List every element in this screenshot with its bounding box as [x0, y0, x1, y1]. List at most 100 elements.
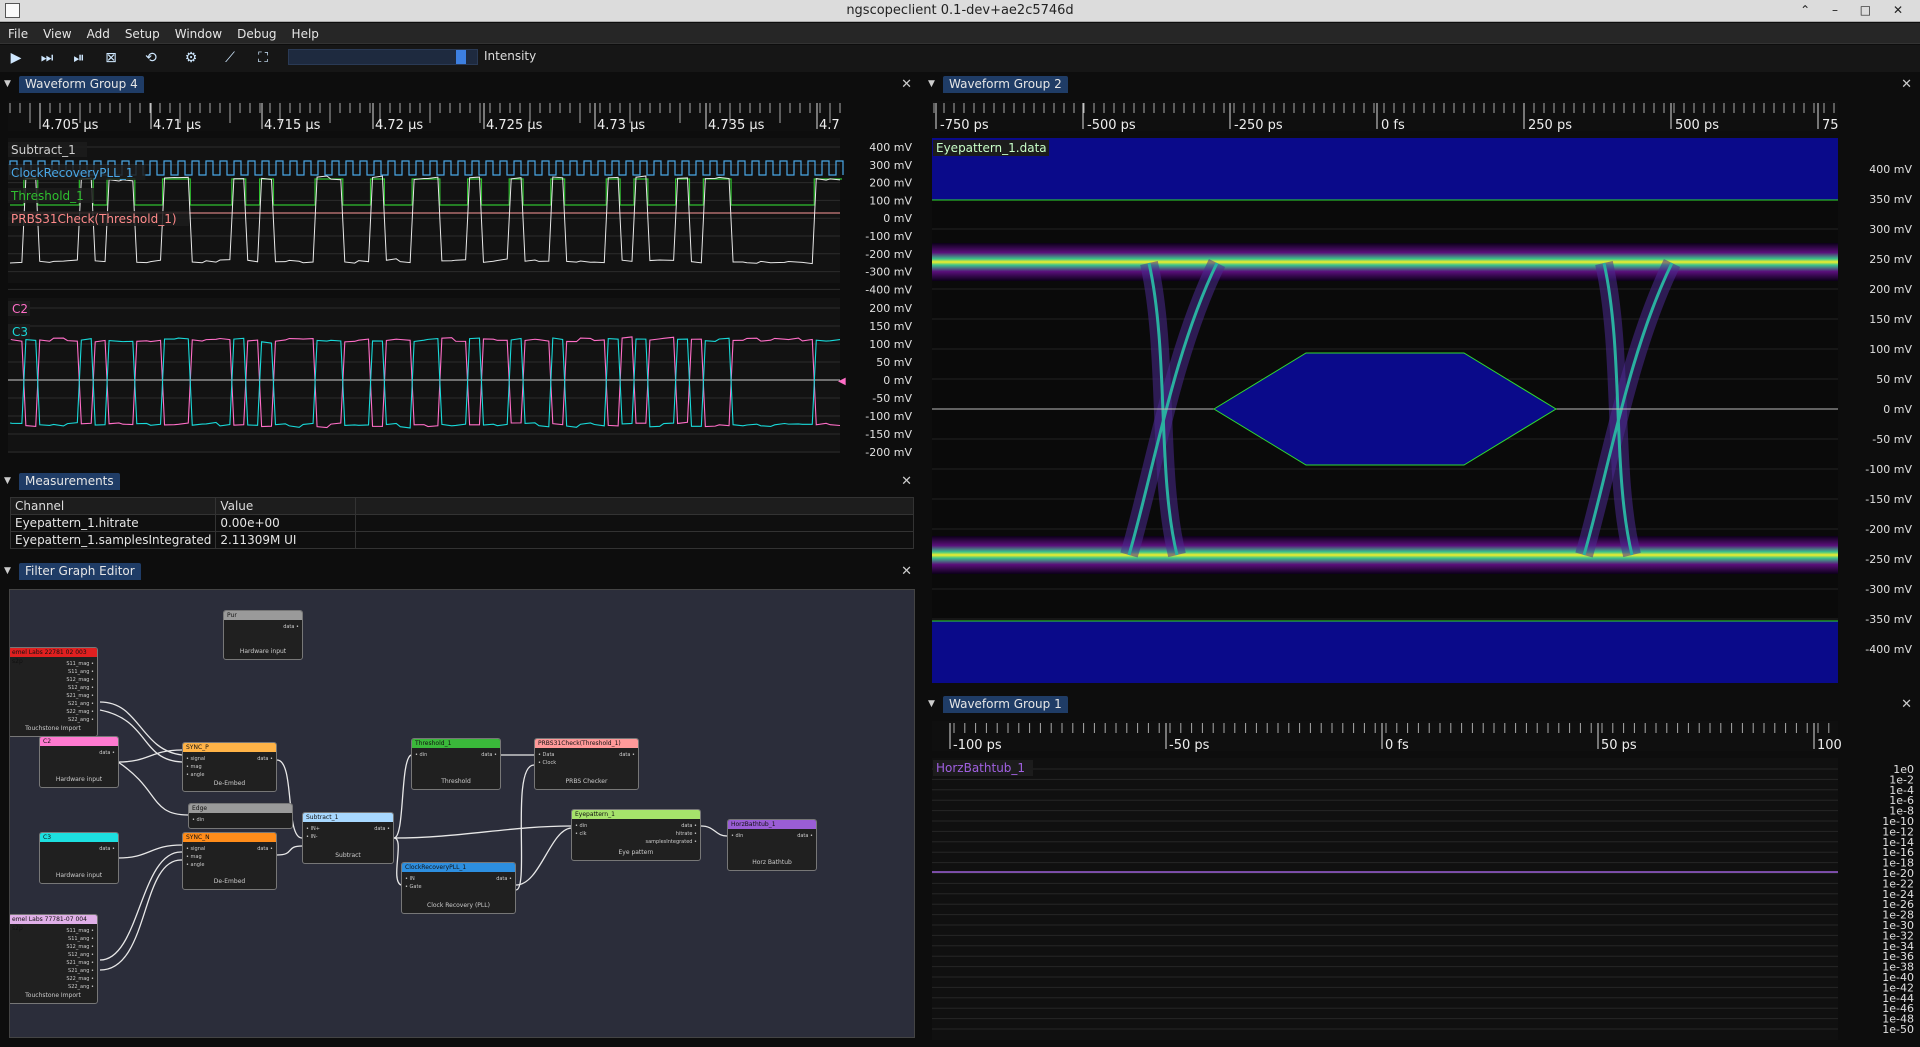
fullscreen-icon[interactable]: ⛶	[252, 47, 274, 69]
clear-sweeps-icon[interactable]: ⟋	[219, 47, 241, 69]
menu-help[interactable]: Help	[284, 24, 326, 45]
timeline-label: 75	[1822, 118, 1839, 133]
table-row[interactable]: Eyepattern_1.hitrate 0.00e+00	[9, 514, 914, 532]
intensity-slider[interactable]	[288, 49, 478, 65]
close-icon[interactable]: ✕	[1901, 696, 1912, 713]
column-header-value[interactable]: Value	[215, 497, 357, 515]
filter-node[interactable]: SYNC_P • signal • mag • angle data • De-Embed	[182, 742, 277, 792]
tab-filter-graph-editor[interactable]: Filter Graph Editor	[19, 563, 141, 580]
filter-graph-wire	[117, 844, 183, 859]
collapse-icon[interactable]: ▼	[4, 476, 11, 486]
tab-waveform-group-1[interactable]: Waveform Group 1	[943, 696, 1068, 713]
wg4-area-1	[8, 138, 840, 283]
filter-node-type: PRBS Checker	[565, 778, 608, 785]
filter-graph-header: ▼ Filter Graph Editor ✕	[0, 563, 920, 580]
timeline-label: -50 ps	[1169, 738, 1210, 753]
voltage-tick-label: -300 mV	[865, 266, 912, 279]
voltage-tick-label: -400 mV	[865, 283, 912, 296]
close-icon[interactable]: ✕	[901, 473, 912, 490]
filter-node-type: Eye pattern	[618, 849, 654, 856]
filter-node-title: HorzBathtub_1	[728, 820, 816, 829]
filter-node-title: Pur	[224, 611, 302, 620]
filter-node[interactable]: C2 data • Hardware input	[39, 736, 119, 788]
menu-setup[interactable]: Setup	[117, 24, 167, 45]
refresh-settings-icon[interactable]: ⚙	[180, 47, 202, 69]
voltage-tick-label: 50 mV	[1876, 373, 1912, 386]
filter-node-title: ClockRecoveryPLL_1	[402, 863, 515, 872]
filter-node-type: Hardware input	[239, 648, 287, 655]
filter-graph-wire	[515, 827, 572, 886]
measurement-value: 0.00e+00	[215, 514, 357, 532]
filter-node[interactable]: C3 data • Hardware input	[39, 832, 119, 884]
timeline-label: 4.72 µs	[375, 118, 423, 133]
menu-window[interactable]: Window	[167, 24, 229, 45]
wg4-header: ▼ Waveform Group 4 ✕	[0, 76, 920, 93]
collapse-icon[interactable]: ▼	[4, 566, 11, 576]
timeline-label: 0 fs	[1381, 118, 1405, 133]
menu-file[interactable]: File	[0, 24, 35, 45]
voltage-tick-label: -50 mV	[1872, 433, 1912, 446]
filter-graph-wire	[117, 761, 189, 816]
history-icon[interactable]: ⟲	[140, 47, 162, 69]
measurements-table: Channel Value Eyepattern_1.hitrate 0.00e…	[9, 497, 914, 549]
filter-node[interactable]: Eyepattern_1 • din • clk data • hitrate • sam…	[571, 809, 701, 861]
tab-measurements[interactable]: Measurements	[19, 473, 120, 490]
voltage-tick-label: 50 mV	[876, 356, 912, 369]
filter-node-type: Horz Bathtub	[752, 859, 792, 866]
filter-node[interactable]: emel Labs 22781 02 003 s2p S11_mag • S11_a…	[10, 647, 98, 737]
collapse-icon[interactable]: ▼	[928, 699, 935, 709]
filter-node[interactable]: PRBS31Check(Threshold_1) • Data • Clock dat…	[534, 738, 639, 790]
single-trigger-icon[interactable]: ⏭	[36, 47, 58, 69]
filter-graph-canvas[interactable]: Pur data • Hardware input emel Labs 22781 0…	[9, 589, 915, 1038]
filter-node[interactable]: HorzBathtub_1 • din data • Horz Bathtub	[727, 819, 817, 871]
filter-node[interactable]: Edge • din	[188, 803, 293, 829]
menu-add[interactable]: Add	[79, 24, 117, 45]
voltage-tick-label: 150 mV	[869, 320, 912, 333]
filter-node-title: Threshold_1	[412, 739, 500, 748]
filter-node-title: C2	[40, 737, 118, 746]
filter-node-ports: S11_mag • S11_ang • S12_mag • S12_ang • S21_…	[66, 928, 94, 990]
measurement-channel: Eyepattern_1.hitrate	[9, 514, 217, 532]
close-icon[interactable]: ✕	[901, 563, 912, 580]
waveform-group-4[interactable]: 4.705 µs 4.71 µs 4.715 µs 4.72 µs 4.725 µs 4.…	[0, 93, 920, 463]
intensity-slider-knob[interactable]	[455, 50, 466, 64]
collapse-icon[interactable]: ▼	[928, 79, 935, 89]
waveform-group-1[interactable]: -100 ps -50 ps 0 fs 50 ps 1001e01e-21e-41e-6…	[924, 713, 1920, 1043]
menu-view[interactable]: View	[35, 24, 78, 45]
voltage-tick-label: -300 mV	[1865, 583, 1912, 596]
stop-icon[interactable]: ⊠	[100, 47, 122, 69]
waveform-group-2[interactable]: -750 ps -500 ps -250 ps 0 fs 250 ps 500 ps 75 4…	[924, 93, 1920, 685]
tab-waveform-group-4[interactable]: Waveform Group 4	[19, 76, 144, 93]
close-icon[interactable]: ✕	[1901, 76, 1912, 93]
voltage-tick-label: 300 mV	[869, 159, 912, 172]
filter-node[interactable]: SYNC_N • signal • mag • angle data • De-Embed	[182, 832, 277, 890]
voltage-tick-label: 0 mV	[883, 212, 912, 225]
filter-node[interactable]: ClockRecoveryPLL_1 • IN • Gate data • Clock …	[401, 862, 516, 914]
tab-waveform-group-2[interactable]: Waveform Group 2	[943, 76, 1068, 93]
column-header-channel[interactable]: Channel	[9, 497, 217, 515]
filter-node-ports: • signal • mag • angle data •	[186, 756, 273, 778]
voltage-tick-label: -250 mV	[1865, 553, 1912, 566]
measurement-spacer	[355, 531, 914, 549]
channel-label: PRBS31Check(Threshold_1)	[11, 212, 177, 226]
collapse-icon[interactable]: ▼	[4, 79, 11, 89]
wg1-header: ▼ Waveform Group 1 ✕	[924, 696, 1920, 713]
force-trigger-icon[interactable]: ⏯	[68, 47, 90, 69]
run-icon[interactable]: ▶	[5, 47, 27, 69]
table-row[interactable]: Eyepattern_1.samplesIntegrated 2.11309M …	[9, 531, 914, 549]
close-icon[interactable]: ✕	[901, 76, 912, 93]
voltage-tick-label: -100 mV	[1865, 463, 1912, 476]
filter-node[interactable]: Pur data • Hardware input	[223, 610, 303, 660]
measurement-channel: Eyepattern_1.samplesIntegrated	[9, 531, 217, 549]
filter-node[interactable]: Subtract_1 • IN+ • IN-data • Subtract	[302, 812, 394, 864]
filter-node[interactable]: Threshold_1 • din data • Threshold	[411, 738, 501, 790]
timeline-label: 4.725 µs	[486, 118, 543, 133]
window-controls[interactable]: ⌃ – □ ✕	[1800, 0, 1912, 21]
timeline-label: 100	[1817, 738, 1842, 753]
timeline-label: 4.715 µs	[264, 118, 321, 133]
menu-debug[interactable]: Debug	[229, 24, 283, 45]
measurement-value: 2.11309M UI	[215, 531, 357, 549]
column-header-spacer	[355, 497, 914, 515]
filter-node[interactable]: emel Labs 77781-07 004 s2p S11_mag • S11_a…	[10, 914, 98, 1004]
filter-graph-wire	[393, 754, 412, 839]
